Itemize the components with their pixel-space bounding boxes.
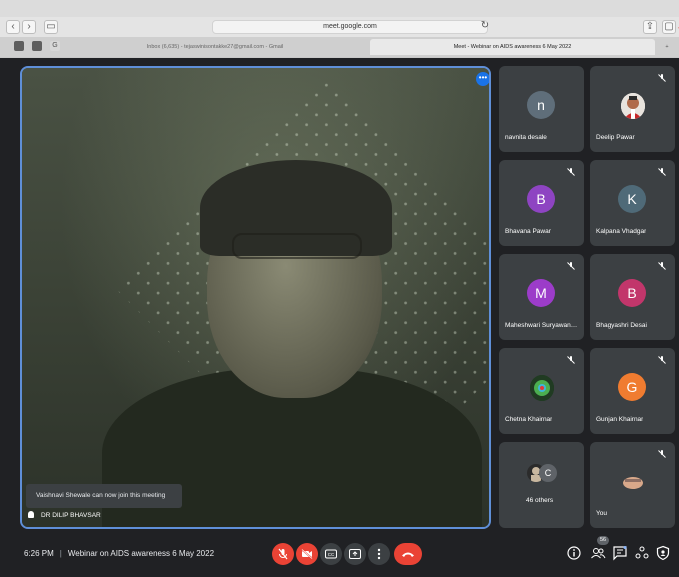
meet-area: ••• Vaishnavi Shewale can now join this … — [0, 58, 679, 577]
participant-name: Kalpana Vhadgar — [596, 228, 647, 235]
current-time: 6:26 PM — [24, 549, 54, 558]
forward-button[interactable]: › — [22, 20, 36, 34]
mic-off-icon — [658, 74, 666, 82]
join-notification: Vaishnavi Shewale can now join this meet… — [26, 484, 182, 508]
avatar: C — [539, 464, 557, 482]
reload-icon[interactable]: ↻ — [478, 20, 492, 34]
activities-icon[interactable] — [634, 545, 650, 561]
mic-off-icon — [658, 450, 666, 458]
meeting-title: Webinar on AIDS awareness 6 May 2022 — [67, 549, 215, 558]
avatar: B — [618, 279, 646, 307]
captions-icon: CC — [325, 549, 337, 559]
more-options-button[interactable] — [368, 543, 390, 565]
participant-tile[interactable]: Deelip Pawar — [590, 66, 675, 152]
participant-count-badge: 56 — [597, 536, 609, 545]
participant-name: Maheshwari Suryawan… — [505, 322, 578, 329]
share-icon[interactable]: ⇪ — [643, 20, 657, 34]
participant-name: You — [596, 510, 607, 517]
participant-tile[interactable]: G Gunjan Khairnar — [590, 348, 675, 434]
participant-tile[interactable]: B Bhavana Pawar — [499, 160, 584, 246]
browser-toolbar: ‹ › ▭ meet.google.com ↻ ⇪ ▢ — [0, 17, 679, 37]
mic-off-icon — [567, 262, 575, 270]
participant-name: navnita desale — [505, 134, 547, 141]
sidebar-toggle-button[interactable]: ▭ — [44, 20, 58, 34]
participant-name: Bhagyashri Desai — [596, 322, 647, 329]
chat-icon[interactable] — [612, 545, 628, 561]
participant-name: Gunjan Khairnar — [596, 416, 644, 423]
separator: | — [59, 549, 62, 558]
people-icon[interactable] — [590, 545, 606, 561]
participant-name: Bhavana Pawar — [505, 228, 551, 235]
participant-tile[interactable]: n navnita desale — [499, 66, 584, 152]
tile-options-button[interactable]: ••• — [476, 72, 489, 86]
back-button[interactable]: ‹ — [6, 20, 20, 34]
captions-button[interactable]: CC — [320, 543, 342, 565]
mic-off-icon — [658, 168, 666, 176]
tab-meet-label: Meet - Webinar on AIDS awareness 6 May 2… — [453, 44, 572, 50]
avatar-photo — [530, 375, 554, 401]
avatar: G — [618, 373, 646, 401]
leave-call-button[interactable] — [394, 543, 422, 565]
participant-tile[interactable]: M Maheshwari Suryawan… — [499, 254, 584, 340]
tab-bar: G Inbox (6,635) - tejaswinisontakke27@gm… — [0, 37, 679, 57]
mic-off-icon — [567, 356, 575, 364]
avatar-photo — [621, 93, 645, 119]
leave-call-icon — [402, 552, 414, 557]
participant-name: Chetna Khairnar — [505, 416, 553, 423]
new-tab-button[interactable]: + — [658, 39, 676, 55]
address-url: meet.google.com — [323, 23, 377, 30]
mic-toggle-button[interactable] — [272, 543, 294, 565]
speaker-glasses — [232, 233, 362, 259]
mic-off-icon — [567, 168, 575, 176]
tab-meet[interactable]: Meet - Webinar on AIDS awareness 6 May 2… — [370, 39, 655, 55]
self-tile[interactable]: You — [590, 442, 675, 528]
avatar: M — [527, 279, 555, 307]
address-bar[interactable]: meet.google.com — [212, 20, 679, 34]
self-photo — [620, 472, 646, 492]
svg-text:CC: CC — [328, 552, 335, 557]
tabs-overview-icon[interactable]: ▢ — [662, 20, 676, 34]
participant-tile[interactable]: Chetna Khairnar — [499, 348, 584, 434]
more-vert-icon — [377, 548, 381, 560]
main-speaker-tile: ••• Vaishnavi Shewale can now join this … — [20, 66, 491, 529]
participant-name: Deelip Pawar — [596, 134, 635, 141]
speaker-name-label: DR DILIP BHAVSAR — [28, 510, 101, 522]
browser-chrome: ‹ › ▭ meet.google.com ↻ ⇪ ▢ G Inbox (6,6… — [0, 0, 679, 58]
pin-icon — [28, 511, 34, 518]
camera-toggle-button[interactable] — [296, 543, 318, 565]
mic-off-icon — [658, 262, 666, 270]
others-count: 46 others — [526, 497, 554, 504]
tab-gmail-label: Inbox (6,635) - tejaswinisontakke27@gmai… — [146, 44, 284, 50]
speaker-name: DR DILIP BHAVSAR — [41, 512, 101, 519]
participant-tile[interactable]: K Kalpana Vhadgar — [590, 160, 675, 246]
mic-off-icon — [658, 356, 666, 364]
meeting-info: 6:26 PM | Webinar on AIDS awareness 6 May … — [24, 549, 214, 558]
meet-control-bar: 6:26 PM | Webinar on AIDS awareness 6 May … — [0, 536, 679, 577]
avatar: K — [618, 185, 646, 213]
avatar: n — [527, 91, 555, 119]
pinned-tab-1[interactable] — [14, 41, 24, 51]
present-button[interactable] — [344, 543, 366, 565]
participant-tile[interactable]: B Bhagyashri Desai — [590, 254, 675, 340]
pinned-tab-2[interactable] — [32, 41, 42, 51]
host-controls-icon[interactable] — [655, 545, 671, 561]
mic-off-icon — [278, 548, 288, 560]
present-icon — [349, 549, 361, 559]
others-avatars: C — [527, 464, 557, 482]
info-icon[interactable] — [566, 545, 582, 561]
pinned-tab-google[interactable]: G — [50, 41, 60, 51]
others-tile[interactable]: C 46 others — [499, 442, 584, 528]
avatar: B — [527, 185, 555, 213]
camera-off-icon — [301, 549, 313, 559]
tab-gmail[interactable]: Inbox (6,635) - tejaswinisontakke27@gmai… — [70, 39, 360, 55]
